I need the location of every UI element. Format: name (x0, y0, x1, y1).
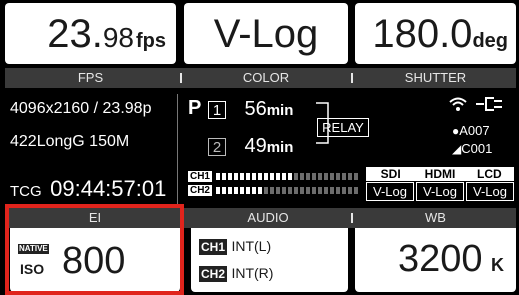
timecode-value: 09:44:57:01 (50, 176, 167, 201)
color-tile[interactable]: V-Log (184, 3, 348, 64)
selection-highlight (5, 204, 184, 295)
vertical-divider (177, 94, 178, 204)
meter-ch2 (216, 187, 358, 194)
output-hdmi-value: V-Log (416, 182, 464, 201)
output-label-row: SDI HDMI LCD (366, 167, 514, 181)
audio-ch1-row: CH1 INT(L) (199, 238, 271, 256)
color-label: COLOR (242, 70, 290, 85)
fps-tile[interactable]: 23.98 fps (5, 3, 176, 64)
card-a-status: ●A007 (452, 123, 490, 138)
resolution-text: 4096x2160 / 23.98p (10, 100, 152, 117)
power-plug-icon (476, 97, 502, 111)
output-lcd-value: V-Log (466, 182, 514, 201)
card-c-label: C001 (461, 141, 493, 156)
fps-value: 23. (47, 12, 103, 56)
card-a-label: A007 (459, 123, 490, 138)
audio-tile[interactable]: CH1 INT(L) CH2 INT(R) (191, 228, 348, 292)
card-c-status: ◢C001 (452, 141, 492, 156)
audio-ch1-value: INT(L) (231, 238, 272, 254)
wb-unit: K (491, 255, 504, 275)
audio-ch2-row: CH2 INT(R) (199, 265, 273, 283)
color-value: V-Log (213, 12, 319, 56)
meter-ch2-label: CH2 (188, 185, 212, 196)
divider (351, 213, 353, 223)
slot1-icon: 1 (208, 101, 226, 119)
codec-text: 422LongG 150M (10, 133, 130, 150)
divider (180, 73, 182, 83)
slot2-unit: min (266, 139, 294, 156)
tc-label: TCG (10, 183, 42, 200)
slot2-time: 49 (244, 135, 267, 157)
fps-unit: fps (136, 30, 166, 52)
audio-ch2-value: INT(R) (231, 265, 274, 281)
output-value-row: V-Log V-Log V-Log (366, 182, 514, 201)
top-header-strip: FPS COLOR SHUTTER (5, 68, 516, 88)
wb-label: WB (425, 210, 446, 225)
fps-decimal: 98 (102, 22, 134, 53)
p-indicator: P (188, 97, 202, 119)
relay-badge: RELAY (317, 118, 369, 137)
output-lcd-label: LCD (464, 167, 514, 181)
audio-label: AUDIO (247, 210, 289, 225)
slot1-unit: min (266, 102, 294, 119)
audio-ch2-tag: CH2 (199, 266, 228, 282)
sd-card-icon: ◢ (452, 142, 462, 156)
wb-tile[interactable]: 3200 K (355, 228, 516, 292)
slot1-row: 1 56min (208, 98, 293, 121)
audio-ch1-tag: CH1 (199, 239, 228, 255)
slot2-row: 2 49min (208, 135, 293, 158)
output-sdi-label: SDI (366, 167, 416, 181)
timecode-display: TCG 09:44:57:01 (10, 176, 166, 202)
shutter-label: SHUTTER (404, 70, 467, 85)
wb-value: 3200 (398, 238, 483, 280)
divider (351, 73, 353, 83)
fps-label: FPS (77, 70, 104, 85)
output-hdmi-label: HDMI (415, 167, 465, 181)
slot1-time: 56 (244, 98, 267, 120)
shutter-unit: deg (472, 30, 508, 52)
output-sdi-value: V-Log (366, 182, 414, 201)
meter-ch1-label: CH1 (188, 171, 212, 182)
slot2-icon: 2 (208, 138, 226, 156)
meter-ch1 (216, 173, 358, 180)
shutter-value: 180.0 (372, 12, 473, 56)
shutter-tile[interactable]: 180.0deg (355, 3, 516, 64)
wifi-icon (449, 97, 467, 111)
